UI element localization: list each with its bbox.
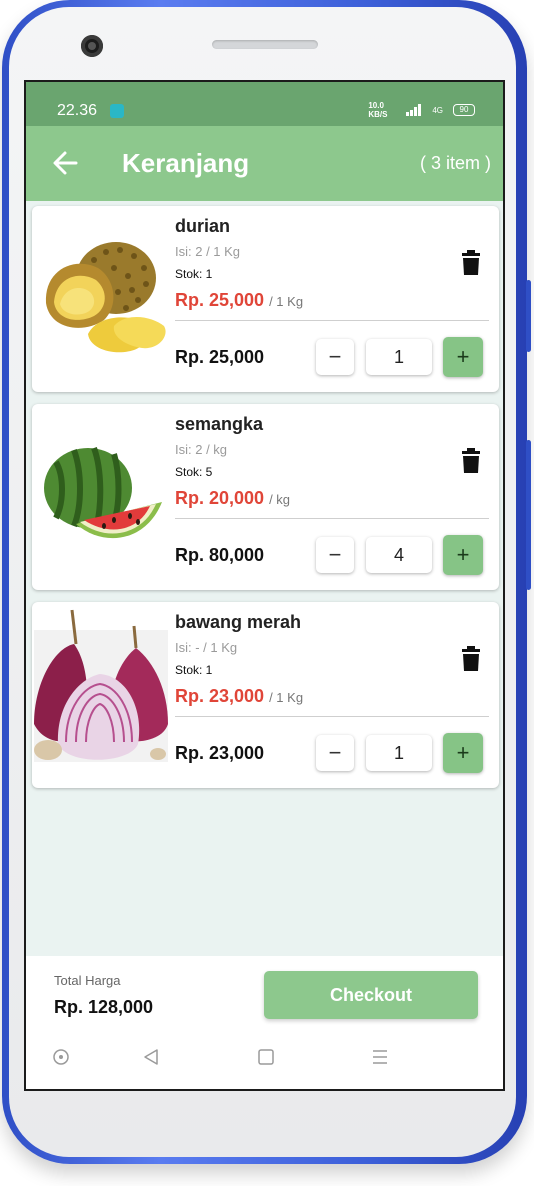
trash-icon[interactable] xyxy=(460,250,482,276)
product-stock: Stok: 1 xyxy=(175,267,213,281)
quantity-field[interactable]: 4 xyxy=(366,537,432,573)
product-content: Isi: 2 / kg xyxy=(175,442,228,457)
price-value: Rp. 20,000 xyxy=(175,488,265,508)
cart-item-card: semangka Isi: 2 / kg Stok: 5 Rp. 20,000 … xyxy=(32,404,499,590)
cart-item-card: bawang merah Isi: - / 1 Kg Stok: 1 Rp. 2… xyxy=(32,602,499,788)
price-value: Rp. 23,000 xyxy=(175,686,265,706)
menu-lines-icon[interactable] xyxy=(371,1048,389,1066)
square-icon[interactable] xyxy=(257,1048,275,1066)
red-onion-image xyxy=(34,604,168,786)
trash-icon[interactable] xyxy=(460,448,482,474)
product-stock: Stok: 5 xyxy=(175,465,213,479)
signal-4g-label: 4G xyxy=(432,105,443,115)
circle-icon[interactable] xyxy=(52,1048,70,1066)
quantity-field[interactable]: 1 xyxy=(366,339,432,375)
status-bar: 22.36 10.0 KB/S 4G 90 xyxy=(26,82,503,126)
item-count: ( 3 item ) xyxy=(419,153,491,173)
product-price: Rp. 20,000 / kg xyxy=(175,488,290,509)
increase-quantity-button[interactable]: + xyxy=(443,733,483,773)
price-unit: / kg xyxy=(269,492,291,507)
app-bar: Keranjang ( 3 item ) xyxy=(26,126,503,201)
status-indicators: 10.0 KB/S 4G 90 xyxy=(368,101,475,119)
product-content: Isi: - / 1 Kg xyxy=(175,640,238,655)
status-time: 22.36 xyxy=(57,102,98,119)
durian-image xyxy=(34,208,168,390)
product-name: semangka xyxy=(175,414,264,434)
decrease-quantity-button[interactable]: − xyxy=(316,537,354,573)
quantity-field[interactable]: 1 xyxy=(366,735,432,771)
product-name: bawang merah xyxy=(175,612,302,632)
arrow-left-icon[interactable] xyxy=(52,150,80,176)
product-stock: Stok: 1 xyxy=(175,663,213,677)
system-nav-bar xyxy=(26,1048,503,1078)
product-name: durian xyxy=(175,216,231,236)
product-price: Rp. 23,000 / 1 Kg xyxy=(175,686,303,707)
divider xyxy=(175,518,489,519)
volume-button xyxy=(526,280,531,352)
triangle-back-icon[interactable] xyxy=(142,1048,160,1066)
product-price: Rp. 25,000 / 1 Kg xyxy=(175,290,303,311)
trash-icon[interactable] xyxy=(460,646,482,672)
signal-icon xyxy=(406,104,422,116)
divider xyxy=(175,320,489,321)
increase-quantity-button[interactable]: + xyxy=(443,337,483,377)
screen: 22.36 10.0 KB/S 4G 90 Keranjang ( 3 item… xyxy=(24,80,505,1091)
item-subtotal: Rp. 23,000 xyxy=(175,743,265,763)
item-subtotal: Rp. 25,000 xyxy=(175,347,265,367)
power-button xyxy=(526,440,531,590)
decrease-quantity-button[interactable]: − xyxy=(316,339,354,375)
cart-item-card: durian Isi: 2 / 1 Kg Stok: 1 Rp. 25,000 … xyxy=(32,206,499,392)
page-title: Keranjang xyxy=(122,148,250,178)
decrease-quantity-button[interactable]: − xyxy=(316,735,354,771)
checkout-footer: Total Harga Rp. 128,000 Checkout xyxy=(26,956,503,1089)
checkout-button[interactable]: Checkout xyxy=(264,971,478,1019)
total-value: Rp. 128,000 xyxy=(54,997,154,1017)
price-unit: / 1 Kg xyxy=(269,690,304,705)
battery-icon: 90 xyxy=(453,104,475,116)
watermelon-image xyxy=(34,406,168,588)
total-label: Total Harga xyxy=(54,973,121,988)
item-subtotal: Rp. 80,000 xyxy=(175,545,265,565)
increase-quantity-button[interactable]: + xyxy=(443,535,483,575)
divider xyxy=(175,716,489,717)
front-camera xyxy=(81,35,103,57)
product-content: Isi: 2 / 1 Kg xyxy=(175,244,241,259)
network-speed: 10.0 KB/S xyxy=(368,101,388,119)
price-unit: / 1 Kg xyxy=(269,294,304,309)
earpiece-speaker xyxy=(212,40,318,49)
notification-app-icon xyxy=(110,104,124,118)
price-value: Rp. 25,000 xyxy=(175,290,265,310)
